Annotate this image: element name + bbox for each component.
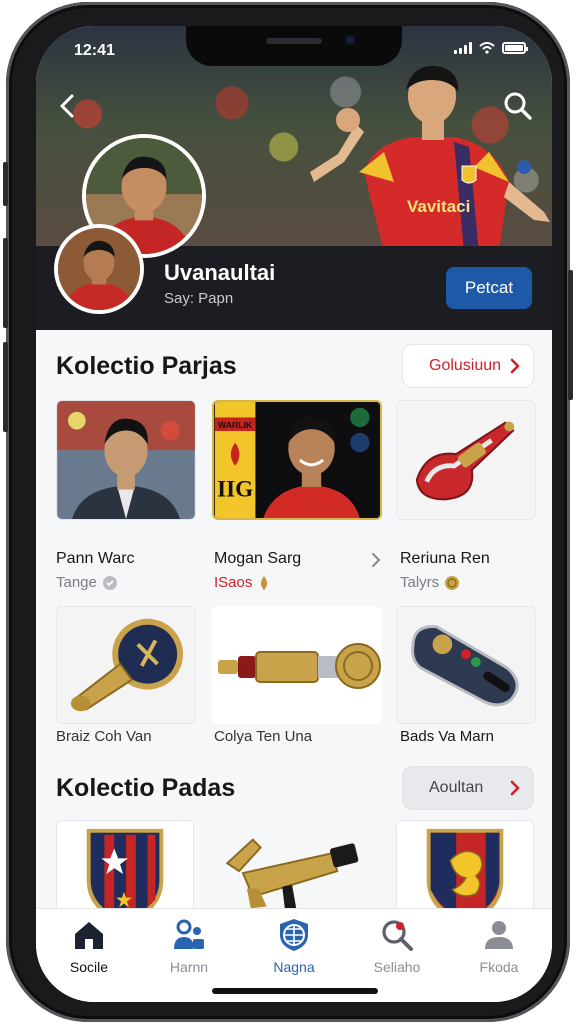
item-subtitle-text: Tange [56,574,97,591]
speaker [266,38,322,44]
item-name: Pann Warc [56,550,135,567]
chevron-right-icon [510,358,520,374]
item-name: Braiz Coh Van [56,728,152,745]
tab-globe[interactable]: Nagna [249,917,339,987]
tab-home[interactable]: Socile [44,917,134,987]
chevron-right-icon [510,780,520,796]
collectible-item-image [397,401,535,519]
people-icon [174,919,204,949]
home-icon [75,922,103,949]
collections-content: Kolectio Parjas Golusiuun WARLIK IIG Pan… [36,330,552,932]
item-name: Colya Ten Una [214,728,313,745]
follow-button[interactable]: Petcat [446,267,532,309]
tab-profile[interactable]: Fkoda [454,917,544,987]
volume-up-button [3,238,8,328]
profile-name: Uvanaultai [164,260,276,285]
collection-card[interactable] [56,400,196,520]
notch [186,26,402,66]
item-name: Mogan Sarg [214,550,302,567]
section-action-label: Aoultan [429,779,484,796]
mute-switch [3,162,8,206]
item-name: Bads Va Marn [400,728,494,745]
search-icon [382,920,413,951]
power-button [568,270,573,400]
section-action-button[interactable]: Aoultan [402,766,534,810]
status-time: 12:41 [74,42,115,59]
player-photo [57,401,195,519]
drop-icon [261,575,268,590]
collection-card[interactable] [212,606,382,724]
front-camera [344,34,356,46]
player-card-image: WARLIK IIG [214,402,380,518]
collectible-item-image [57,607,195,723]
card-badge-top: WARLIK [218,420,253,430]
battery-icon [502,42,528,54]
item-subtitle-text: ISaos [214,574,253,591]
status-icons [454,42,528,54]
person-icon [485,921,513,949]
tab-label: Harnn [169,959,209,975]
tab-label: Nagna [273,959,315,975]
globe-shield-icon [280,919,308,951]
item-subtitle-text: Talyrs [400,574,440,591]
back-arrow-icon[interactable] [54,92,82,120]
screen: Vavitaci 12:41 Uvanaultai Say: Papn Petc… [36,26,552,1002]
volume-down-button [3,342,8,432]
profile-subtitle: Say: Papn [164,290,234,307]
home-indicator [212,988,378,994]
jersey-text: Vavitaci [407,197,470,216]
tab-search[interactable]: Seliaho [352,917,442,987]
collection-card[interactable] [56,606,196,724]
search-icon[interactable] [502,90,534,122]
coin-icon [445,575,460,590]
collectible-item-image [397,607,535,723]
tab-people[interactable]: Harnn [144,917,234,987]
card-badge-letters: IIG [217,477,253,503]
wifi-icon [479,42,495,54]
section-action-button[interactable]: Golusiuun [402,344,534,388]
tab-label: Socile [69,959,109,975]
tab-label: Seliaho [373,959,421,975]
signal-icon [454,42,472,54]
collection-card[interactable]: WARLIK IIG [212,400,382,520]
collection-card[interactable] [396,606,536,724]
section-title: Kolectio Parjas [56,352,237,380]
item-subtitle: ISaos [214,574,271,591]
avatar[interactable] [54,224,144,314]
section-title: Kolectio Padas [56,774,236,802]
badge-icon [102,575,117,590]
chevron-right-icon[interactable] [371,552,381,568]
phone-frame: Vavitaci 12:41 Uvanaultai Say: Papn Petc… [3,2,573,1022]
collection-card[interactable] [396,400,536,520]
item-subtitle: Talyrs [400,574,460,591]
tab-label: Fkoda [479,959,519,975]
item-subtitle: Tange [56,574,118,591]
item-name: Reriuna Ren [400,550,490,567]
section-action-label: Golusiuun [429,357,502,374]
collectible-item-image [212,606,382,724]
